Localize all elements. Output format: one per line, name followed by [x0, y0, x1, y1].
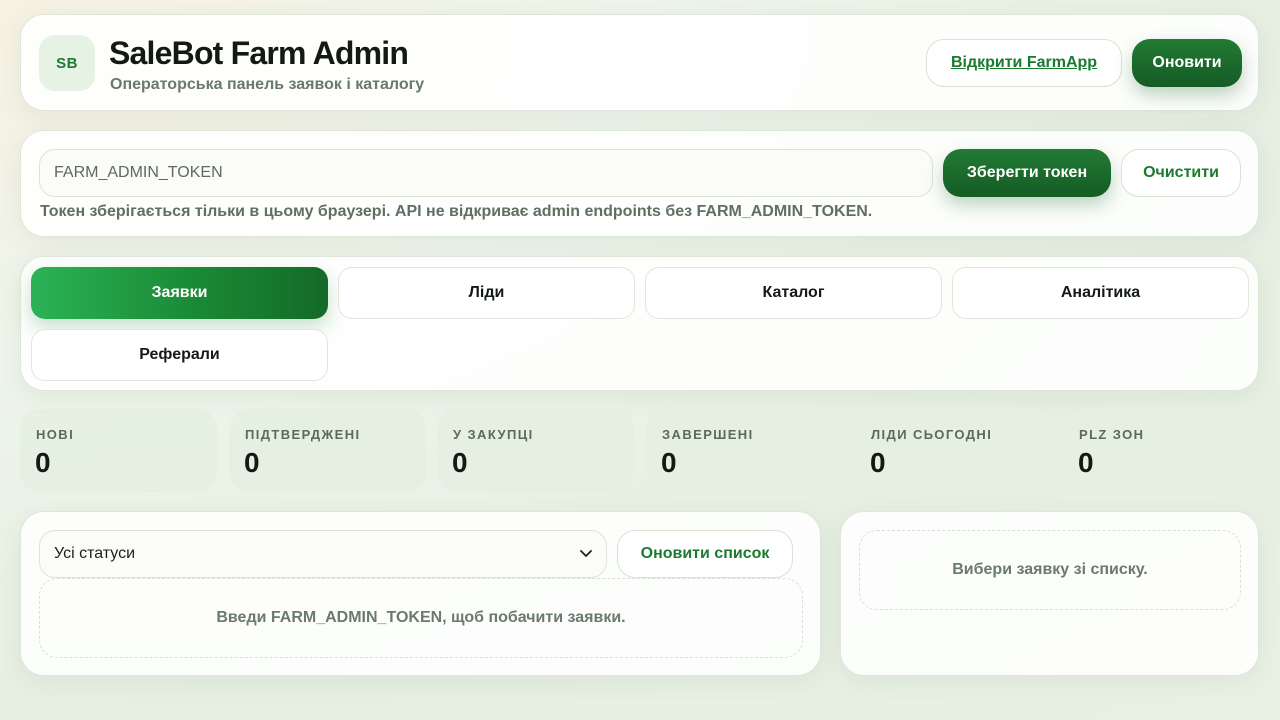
- tab-referrals[interactable]: Реферали: [31, 329, 328, 381]
- tab-catalog[interactable]: Каталог: [645, 267, 942, 319]
- stat-value: 0: [452, 447, 468, 478]
- stat-value: 0: [35, 447, 51, 478]
- reload-list-button[interactable]: Оновити список: [617, 530, 793, 578]
- token-note: Токен зберігається тільки в цьому браузе…: [40, 203, 873, 220]
- stat-card-new: НОВІ 0: [20, 409, 217, 492]
- stat-value: 0: [870, 447, 886, 478]
- stat-label: У ЗАКУПЦІ: [453, 427, 534, 442]
- clear-token-button[interactable]: Очистити: [1121, 149, 1241, 197]
- token-panel: Зберегти токен Очистити Токен зберігаєть…: [20, 130, 1259, 237]
- tab-analytics[interactable]: Аналітика: [952, 267, 1249, 319]
- token-input[interactable]: [39, 149, 933, 197]
- order-detail-panel: Вибери заявку зі списку.: [840, 511, 1259, 676]
- tabs-bar: Заявки Ліди Каталог Аналітика Реферали: [20, 256, 1259, 391]
- status-filter-value: Усі статуси: [54, 545, 136, 562]
- stat-card-confirmed: ПІДТВЕРДЖЕНІ 0: [229, 409, 426, 492]
- stat-card-completed: ЗАВЕРШЕНІ 0: [646, 409, 843, 492]
- tab-orders[interactable]: Заявки: [31, 267, 328, 319]
- chevron-down-icon: [580, 545, 592, 563]
- detail-empty-state: Вибери заявку зі списку.: [859, 530, 1241, 610]
- page-title: SaleBot Farm Admin: [109, 35, 409, 71]
- app-header: SB SaleBot Farm Admin Операторська панел…: [20, 14, 1259, 111]
- stat-value: 0: [244, 447, 260, 478]
- stat-label: ЗАВЕРШЕНІ: [662, 427, 754, 442]
- page-subtitle: Операторська панель заявок і каталогу: [110, 76, 425, 93]
- stat-label: ЛІДИ СЬОГОДНІ: [871, 427, 993, 442]
- open-farmapp-link[interactable]: Відкрити FarmApp: [926, 39, 1122, 87]
- stat-card-plz-zones: PLZ ЗОН 0: [1063, 409, 1260, 492]
- stat-label: ПІДТВЕРДЖЕНІ: [245, 427, 361, 442]
- app-logo: SB: [39, 35, 95, 91]
- stat-label: PLZ ЗОН: [1079, 427, 1145, 442]
- stat-card-purchasing: У ЗАКУПЦІ 0: [437, 409, 634, 492]
- refresh-button[interactable]: Оновити: [1132, 39, 1242, 87]
- stat-label: НОВІ: [36, 427, 75, 442]
- stat-value: 0: [661, 447, 677, 478]
- tab-leads[interactable]: Ліди: [338, 267, 635, 319]
- orders-empty-state: Введи FARM_ADMIN_TOKEN, щоб побачити зая…: [39, 578, 803, 658]
- status-filter-select[interactable]: Усі статуси: [39, 530, 607, 578]
- stat-card-leads-today: ЛІДИ СЬОГОДНІ 0: [855, 409, 1052, 492]
- save-token-button[interactable]: Зберегти токен: [943, 149, 1111, 197]
- orders-panel: Усі статуси Оновити список Введи FARM_AD…: [20, 511, 821, 676]
- stat-value: 0: [1078, 447, 1094, 478]
